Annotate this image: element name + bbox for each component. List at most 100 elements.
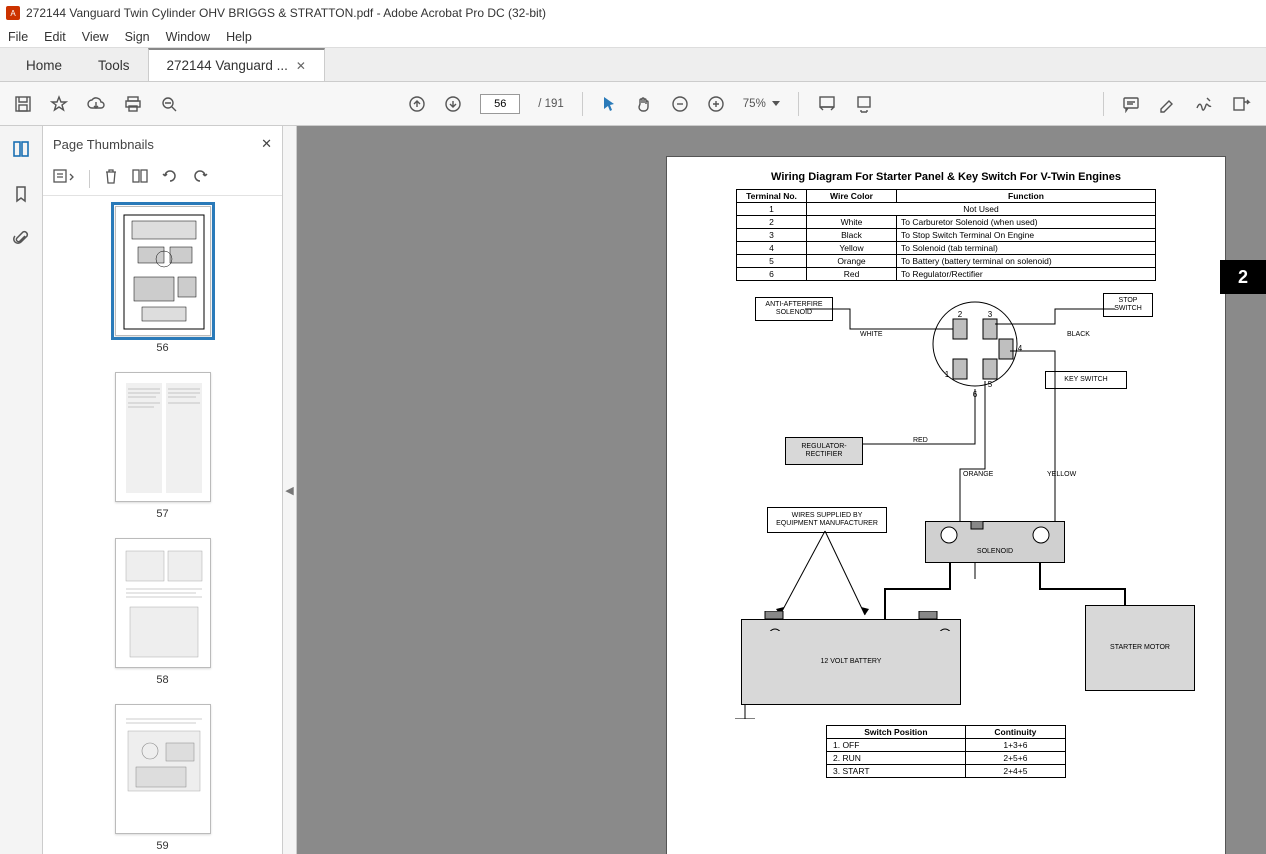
page-input[interactable] bbox=[480, 94, 520, 114]
thumbnail-59[interactable]: 59 bbox=[43, 704, 282, 852]
print-icon[interactable] bbox=[124, 95, 142, 113]
toolbar-left bbox=[14, 95, 178, 113]
separator bbox=[582, 92, 583, 116]
th: Switch Position bbox=[827, 726, 966, 739]
thumbnails-list[interactable]: 56 57 58 59 bbox=[43, 196, 282, 854]
separator bbox=[89, 170, 90, 188]
more-tools-icon[interactable] bbox=[1232, 95, 1252, 113]
box-stop-switch: STOP SWITCH bbox=[1103, 293, 1153, 317]
wiring-diagram: 2 3 4 5 1 6 bbox=[685, 289, 1207, 719]
main-area: Page Thumbnails ✕ 56 57 58 bbox=[0, 126, 1266, 854]
menu-view[interactable]: View bbox=[82, 30, 109, 44]
diagram-title: Wiring Diagram For Starter Panel & Key S… bbox=[685, 171, 1207, 183]
zoom-value[interactable]: 75% bbox=[743, 98, 780, 110]
toolbar: / 191 75% bbox=[0, 82, 1266, 126]
td: 1 bbox=[737, 203, 807, 216]
td: 1+3+6 bbox=[965, 739, 1065, 752]
document-view[interactable]: Wiring Diagram For Starter Panel & Key S… bbox=[297, 126, 1266, 854]
sort-icon[interactable] bbox=[132, 168, 148, 189]
thumbnail-57[interactable]: 57 bbox=[43, 372, 282, 520]
sign-icon[interactable] bbox=[1194, 95, 1214, 113]
bookmark-icon[interactable] bbox=[13, 185, 29, 208]
svg-text:−: − bbox=[772, 630, 777, 631]
thumbnails-title: Page Thumbnails bbox=[53, 137, 154, 152]
page-up-icon[interactable] bbox=[408, 95, 426, 113]
th: Continuity bbox=[965, 726, 1065, 739]
thumbnail-56[interactable]: 56 bbox=[43, 206, 282, 354]
tab-document[interactable]: 272144 Vanguard ... ✕ bbox=[148, 48, 325, 81]
save-icon[interactable] bbox=[14, 95, 32, 113]
tab-document-label: 272144 Vanguard ... bbox=[167, 58, 288, 73]
td: 2. RUN bbox=[827, 752, 966, 765]
zoom-label: 75% bbox=[743, 98, 766, 110]
thumb-num: 57 bbox=[156, 508, 168, 520]
page-down-icon[interactable] bbox=[444, 95, 462, 113]
options-icon[interactable] bbox=[53, 169, 75, 188]
svg-text:1: 1 bbox=[945, 370, 950, 379]
highlight-icon[interactable] bbox=[1158, 95, 1176, 113]
tab-tools-label: Tools bbox=[98, 58, 130, 73]
cloud-icon[interactable] bbox=[86, 95, 106, 113]
page-total: / 191 bbox=[538, 98, 564, 110]
td: 1. OFF bbox=[827, 739, 966, 752]
tab-strip: Home Tools 272144 Vanguard ... ✕ bbox=[0, 48, 1266, 82]
thumbnails-icon[interactable] bbox=[12, 140, 30, 163]
select-tool-icon[interactable] bbox=[601, 95, 617, 113]
td: To Battery (battery terminal on solenoid… bbox=[897, 255, 1156, 268]
td: 6 bbox=[737, 268, 807, 281]
td: 3. START bbox=[827, 765, 966, 778]
collapse-handle-icon[interactable]: ◀ bbox=[283, 126, 297, 854]
rotate-ccw-icon[interactable] bbox=[162, 168, 178, 189]
nav-rail bbox=[0, 126, 43, 854]
thumbnails-tools bbox=[43, 162, 282, 196]
thumb-num: 56 bbox=[156, 342, 168, 354]
td: Black bbox=[807, 229, 897, 242]
menu-edit[interactable]: Edit bbox=[44, 30, 66, 44]
svg-text:4: 4 bbox=[1018, 344, 1023, 353]
td: 2+5+6 bbox=[965, 752, 1065, 765]
close-icon[interactable]: ✕ bbox=[296, 59, 306, 73]
td: 3 bbox=[737, 229, 807, 242]
close-panel-icon[interactable]: ✕ bbox=[261, 136, 272, 152]
lbl-orange: ORANGE bbox=[963, 471, 993, 478]
separator bbox=[798, 92, 799, 116]
td: To Stop Switch Terminal On Engine bbox=[897, 229, 1156, 242]
section-flag: 2 bbox=[1220, 260, 1266, 294]
svg-text:A: A bbox=[10, 9, 16, 18]
td: Orange bbox=[807, 255, 897, 268]
menu-help[interactable]: Help bbox=[226, 30, 252, 44]
thumbnail-58[interactable]: 58 bbox=[43, 538, 282, 686]
fit-width-icon[interactable] bbox=[817, 95, 837, 113]
tab-tools[interactable]: Tools bbox=[80, 49, 148, 81]
title-bar: A 272144 Vanguard Twin Cylinder OHV BRIG… bbox=[0, 0, 1266, 26]
menu-file[interactable]: File bbox=[8, 30, 28, 44]
hand-tool-icon[interactable] bbox=[635, 95, 653, 113]
comment-icon[interactable] bbox=[1122, 95, 1140, 113]
thumb-num: 58 bbox=[156, 674, 168, 686]
zoom-minus-icon[interactable] bbox=[671, 95, 689, 113]
td: Yellow bbox=[807, 242, 897, 255]
td: To Solenoid (tab terminal) bbox=[897, 242, 1156, 255]
attachment-icon[interactable] bbox=[13, 230, 29, 253]
menu-window[interactable]: Window bbox=[166, 30, 210, 44]
menu-sign[interactable]: Sign bbox=[125, 30, 150, 44]
svg-text:2: 2 bbox=[958, 310, 963, 319]
menu-bar: File Edit View Sign Window Help bbox=[0, 26, 1266, 48]
zoom-plus-icon[interactable] bbox=[707, 95, 725, 113]
star-icon[interactable] bbox=[50, 95, 68, 113]
window-title: 272144 Vanguard Twin Cylinder OHV BRIGGS… bbox=[26, 6, 546, 20]
fit-page-icon[interactable] bbox=[855, 95, 873, 113]
rotate-cw-icon[interactable] bbox=[192, 168, 208, 189]
box-battery: 12 VOLT BATTERY bbox=[741, 619, 961, 705]
svg-text:+: + bbox=[942, 630, 947, 631]
separator bbox=[1103, 92, 1104, 116]
zoom-out-icon[interactable] bbox=[160, 95, 178, 113]
td: 4 bbox=[737, 242, 807, 255]
td: 5 bbox=[737, 255, 807, 268]
box-regulator: REGULATOR-RECTIFIER bbox=[785, 437, 863, 465]
td: Red bbox=[807, 268, 897, 281]
td: To Regulator/Rectifier bbox=[897, 268, 1156, 281]
tab-home[interactable]: Home bbox=[8, 49, 80, 81]
lbl-red: RED bbox=[913, 437, 928, 444]
delete-icon[interactable] bbox=[104, 168, 118, 189]
